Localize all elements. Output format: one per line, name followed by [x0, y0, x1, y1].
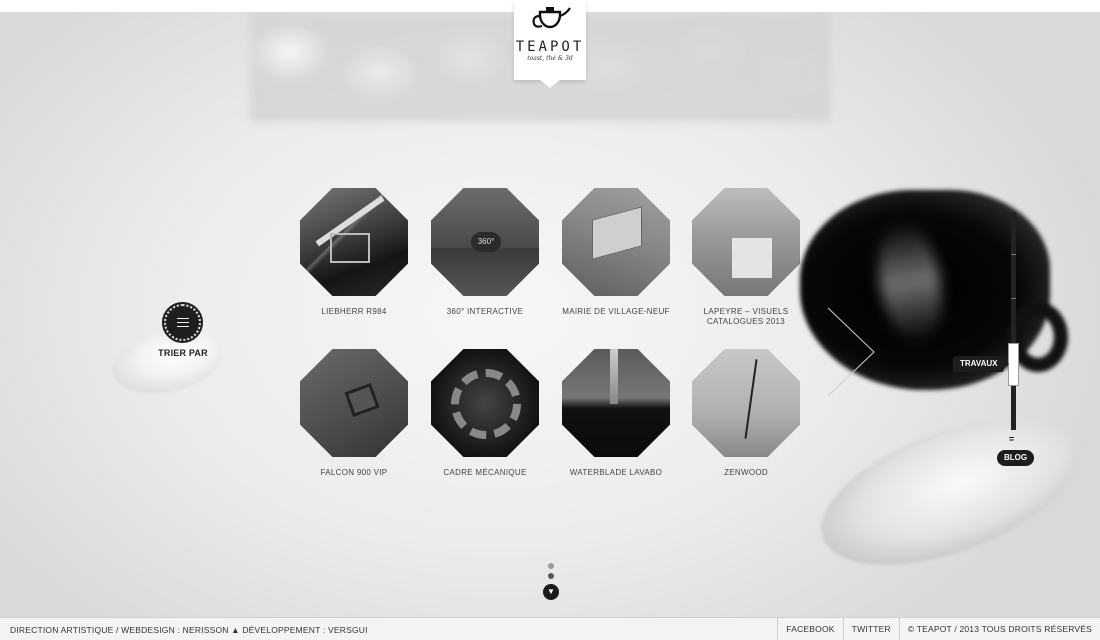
project-title: LIEBHERR R984: [321, 307, 387, 316]
next-arrow-icon[interactable]: [826, 306, 876, 398]
project-card-lapeyre[interactable]: LAPEYRE – VISUELS CATALOGUES 2013: [681, 188, 811, 327]
project-thumbnail[interactable]: [300, 349, 408, 457]
saucer-image: [802, 389, 1098, 595]
project-thumbnail[interactable]: 360°: [431, 188, 539, 296]
travaux-tab[interactable]: TRAVAUX: [953, 356, 1011, 372]
project-thumbnail[interactable]: [692, 188, 800, 296]
logo-tagline: toast, thé & 3d: [527, 55, 573, 62]
project-thumbnail[interactable]: [562, 188, 670, 296]
section-scroll-thumb[interactable]: [1008, 343, 1019, 386]
section-scroll-track[interactable]: [1011, 212, 1016, 430]
facebook-link[interactable]: FACEBOOK: [777, 618, 842, 640]
teapot-icon: [532, 7, 571, 29]
logo-title: TEAPOT: [515, 39, 585, 55]
copyright-text: © TEAPOT / 2013 TOUS DROITS RÉSERVÉS: [898, 618, 1100, 640]
project-title: CADRE MÉCANIQUE: [443, 468, 527, 477]
footer: DIRECTION ARTISTIQUE / WEBDESIGN : NERIS…: [0, 617, 1100, 640]
project-thumbnail[interactable]: [562, 349, 670, 457]
menu-icon: [176, 318, 189, 327]
project-card-liebherr[interactable]: LIEBHERR R984: [289, 188, 419, 317]
project-card-360[interactable]: 360° 360° INTERACTIVE: [420, 188, 550, 317]
footer-credits: DIRECTION ARTISTIQUE / WEBDESIGN : NERIS…: [10, 625, 368, 635]
360-badge: 360°: [471, 232, 501, 252]
blog-tab[interactable]: BLOG: [997, 450, 1035, 466]
project-title: WATERBLADE LAVABO: [569, 468, 663, 477]
project-title: 360° INTERACTIVE: [446, 307, 524, 316]
project-card-waterblade[interactable]: WATERBLADE LAVABO: [551, 349, 681, 478]
project-title: ZENWOOD: [724, 468, 768, 477]
project-card-mairie[interactable]: MAIRIE DE VILLAGE-NEUF: [551, 188, 681, 317]
page-dot-1[interactable]: [548, 563, 554, 569]
chevron-down-icon[interactable]: ▼: [543, 584, 559, 600]
project-title: MAIRIE DE VILLAGE-NEUF: [562, 307, 670, 316]
footer-links: FACEBOOK TWITTER © TEAPOT / 2013 TOUS DR…: [777, 618, 1100, 640]
page-dot-2[interactable]: [548, 573, 554, 579]
sort-button[interactable]: [162, 302, 203, 343]
project-card-cadre[interactable]: CADRE MÉCANIQUE: [420, 349, 550, 478]
nav-divider-symbol: =: [1009, 434, 1015, 444]
project-card-falcon[interactable]: FALCON 900 VIP: [289, 349, 419, 478]
project-thumbnail[interactable]: [300, 188, 408, 296]
project-thumbnail[interactable]: [431, 349, 539, 457]
project-card-zenwood[interactable]: ZENWOOD: [681, 349, 811, 478]
teapot-logo[interactable]: TEAPOT toast, thé & 3d: [514, 0, 586, 88]
twitter-link[interactable]: TWITTER: [842, 618, 899, 640]
sort-label: TRIER PAR: [158, 348, 208, 358]
project-title: LAPEYRE – VISUELS CATALOGUES 2013: [703, 307, 789, 326]
project-title: FALCON 900 VIP: [320, 468, 388, 477]
project-thumbnail[interactable]: [692, 349, 800, 457]
